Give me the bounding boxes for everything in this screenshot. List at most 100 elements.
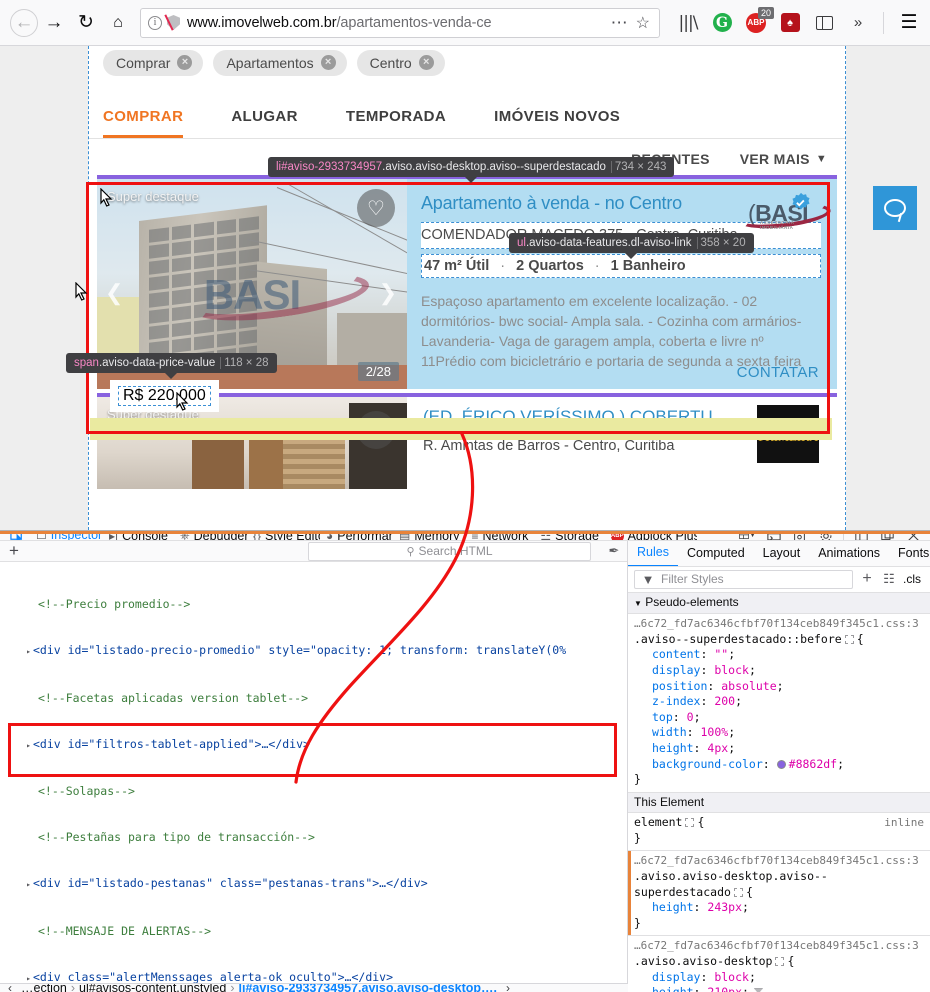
star-icon[interactable]: ☆ [636, 13, 652, 33]
tree-line[interactable]: ▸ <div id="listado-precio-promedio" style… [0, 643, 627, 659]
plus-icon[interactable]: + [859, 570, 875, 588]
tab-animations[interactable]: Animations [809, 541, 889, 566]
plus-icon[interactable]: + [0, 541, 28, 561]
filter-styles-input[interactable]: ▼ Filter Styles [634, 569, 853, 589]
ver-mais-button[interactable]: VER MAIS ▼ [740, 151, 827, 167]
eyedropper-icon[interactable]: ✒ [601, 543, 627, 559]
filter-chip-centro[interactable]: Centro × [356, 50, 445, 76]
css-declaration[interactable]: z-index: 200; [634, 694, 924, 710]
breadcrumb-item-li[interactable]: li#aviso-2933734957.aviso.aviso-desktop…… [236, 984, 500, 992]
tree-line[interactable]: <!--Solapas--> [0, 784, 627, 799]
pseudo-elements-header[interactable]: ▼ Pseudo-elements [628, 592, 930, 615]
breadcrumb-item-ul[interactable]: ul#avisos-content.unstyled [76, 984, 229, 992]
close-icon[interactable]: × [177, 55, 193, 70]
rule-close-brace: } [634, 915, 641, 930]
close-icon[interactable]: × [418, 55, 434, 70]
rule-selector-text: .aviso.aviso-desktop.aviso--superdestaca… [634, 869, 828, 899]
adblock-plus-icon[interactable]: ABP 20 [745, 6, 774, 34]
twisty-icon[interactable]: ▸ [24, 738, 33, 753]
twisty-icon[interactable]: ▸ [24, 877, 33, 892]
hamburger-menu-icon[interactable]: ☰ [898, 12, 920, 34]
tooltip-size: 734 × 243 [610, 161, 667, 173]
search-input[interactable]: ⚲ Search HTML [308, 541, 591, 561]
site-info-icon[interactable]: i [148, 15, 162, 30]
breadcrumb-left-arrow[interactable]: ‹ [2, 984, 18, 992]
css-declaration[interactable]: width: 100%; [634, 725, 924, 741]
css-declaration[interactable]: display: block; [634, 970, 924, 986]
css-declaration[interactable]: background-color: #8862df; [634, 757, 924, 773]
address-bar[interactable]: i www.imovelweb.com.br/apartamentos-vend… [140, 7, 660, 38]
tree-line[interactable]: <!--Pestañas para tipo de transacción--> [0, 830, 627, 845]
rule-selector[interactable]: .aviso.aviso-desktop{ [634, 954, 924, 970]
rules-pane: Rules Computed Layout Animations Fonts ▼… [628, 541, 930, 992]
tree-line[interactable]: <!--MENSAJE DE ALERTAS--> [0, 924, 627, 939]
box-model-icon[interactable] [733, 887, 743, 897]
tree-line[interactable]: <!--Facetas aplicadas version tablet--> [0, 691, 627, 706]
tab-alugar[interactable]: ALUGAR [231, 96, 320, 138]
forward-arrow-icon[interactable]: → [38, 7, 70, 39]
css-value: 210px [707, 985, 742, 992]
basi-logo: (BASI ASSESSORIA IMOBILIÁRIA [737, 192, 832, 233]
contatar-button[interactable]: CONTATAR [737, 364, 819, 381]
box-model-icon[interactable] [685, 818, 695, 828]
css-declaration[interactable]: height: 4px; [634, 741, 924, 757]
rule-source[interactable]: …6c72_fd7ac6346cfbf70f134ceb849f345c1.cs… [634, 616, 924, 632]
home-icon[interactable]: ⌂ [102, 7, 134, 39]
tab-temporada[interactable]: TEMPORADA [346, 96, 468, 138]
grammarly-icon[interactable]: G [711, 12, 733, 34]
listing-body: Apartamento à venda - no Centro COMENDAD… [407, 179, 837, 389]
tree-line[interactable]: ▸ <div id="listado-pestanas" class="pesta… [0, 876, 627, 892]
chevron-double-right-icon[interactable]: » [847, 12, 869, 34]
css-declaration[interactable]: display: block; [634, 663, 924, 679]
breadcrumb-item-section[interactable]: …ection [18, 984, 70, 992]
close-icon[interactable]: × [320, 55, 336, 70]
pseudo-class-icon[interactable]: ☷ [881, 571, 897, 587]
heart-icon[interactable]: ♡ [357, 189, 395, 227]
back-arrow-icon[interactable]: ← [10, 8, 38, 37]
css-declaration[interactable]: position: absolute; [634, 679, 924, 695]
box-model-icon[interactable] [844, 634, 854, 644]
chevron-left-icon[interactable]: ❮ [105, 280, 123, 306]
tracking-protection-shield-icon[interactable] [167, 15, 180, 30]
tab-imoveis-novos[interactable]: IMÓVEIS NOVOS [494, 96, 642, 138]
chevron-right-icon[interactable]: ❯ [379, 280, 397, 306]
cls-button[interactable]: .cls [903, 572, 924, 586]
css-declaration-overridden[interactable]: height: 210px; [634, 985, 924, 992]
tree-line[interactable]: ▸ <div class="alertMenssages alerta-ok oc… [0, 970, 627, 983]
tree-line[interactable]: <!--Precio promedio--> [0, 597, 627, 612]
extension-icon[interactable]: ♠ [779, 12, 801, 34]
twisty-icon[interactable]: ▼ [634, 599, 642, 608]
rule-source[interactable]: …6c72_fd7ac6346cfbf70f134ceb849f345c1.cs… [634, 853, 924, 869]
listing-features: 47 m² Útil · 2 Quartos · 1 Banheiro [421, 254, 821, 278]
chat-bubble-icon[interactable] [873, 186, 917, 230]
css-declaration[interactable]: content: ""; [634, 647, 924, 663]
feature-baths: 1 Banheiro [610, 258, 686, 274]
tab-rules[interactable]: Rules [628, 541, 678, 567]
box-model-icon[interactable] [775, 957, 785, 967]
listing-description: Espaçoso apartamento em excelente locali… [421, 291, 821, 371]
chip-label: Apartamentos [226, 54, 314, 71]
twisty-icon[interactable]: ▸ [24, 644, 33, 659]
library-icon[interactable]: |||\ [677, 12, 699, 34]
rule-selector[interactable]: .aviso--superdestacado::before{ [634, 632, 924, 648]
ellipsis-icon[interactable]: ⋯ [604, 13, 636, 33]
breadcrumb-right-arrow[interactable]: › [500, 984, 516, 992]
rule-source[interactable]: …6c72_fd7ac6346cfbf70f134ceb849f345c1.cs… [634, 938, 924, 954]
tree-line[interactable]: ▸ <div id="filtros-tablet-applied">…</div… [0, 737, 627, 753]
filter-chip-comprar[interactable]: Comprar × [103, 50, 204, 76]
tab-comprar[interactable]: COMPRAR [103, 96, 205, 138]
html-tree[interactable]: <!--Precio promedio--> ▸ <div id="listado… [0, 562, 627, 983]
tab-fonts[interactable]: Fonts [889, 541, 930, 566]
css-declaration[interactable]: height: 243px; [634, 900, 924, 916]
reload-icon[interactable]: ↻ [70, 7, 102, 39]
filter-icon: ▼ [641, 571, 655, 587]
color-swatch-icon[interactable] [776, 759, 786, 769]
twisty-icon[interactable]: ▸ [24, 971, 33, 983]
rule-selector[interactable]: inline element{ [634, 815, 924, 831]
sidebar-toggle-icon[interactable] [813, 12, 835, 34]
tab-layout[interactable]: Layout [754, 541, 810, 566]
filter-chip-apartamentos[interactable]: Apartamentos × [213, 50, 347, 76]
css-declaration[interactable]: top: 0; [634, 710, 924, 726]
rule-selector[interactable]: .aviso.aviso-desktop.aviso--superdestaca… [634, 869, 924, 900]
tab-computed[interactable]: Computed [678, 541, 754, 566]
